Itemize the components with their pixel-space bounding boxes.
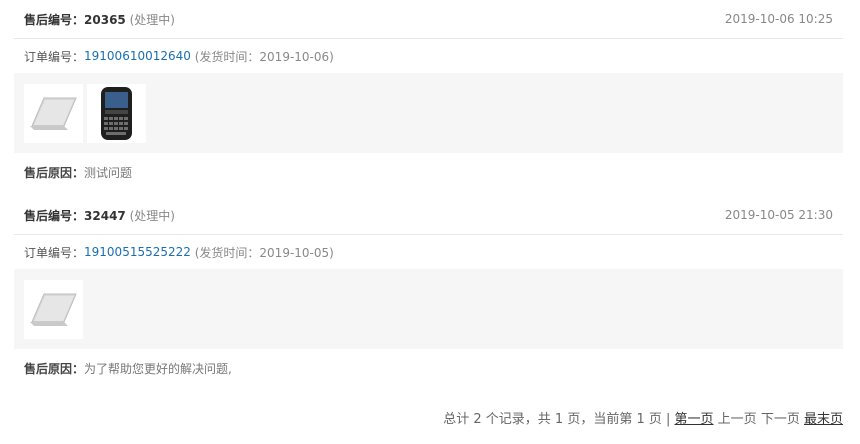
order-no-label: 订单编号： xyxy=(24,49,85,64)
order-line: 订单编号： 19100515525222 (发货时间：2019-10-05) xyxy=(14,235,843,269)
aftersale-record: 售后编号：32447 (处理中) 2019-10-05 21:30 订单编号： … xyxy=(14,196,843,387)
record-id-line: 售后编号：32447 (处理中) xyxy=(24,207,175,224)
reason-label: 售后原因： xyxy=(24,361,85,376)
ship-time: (发货时间：2019-10-05) xyxy=(194,245,334,260)
status-badge: (处理中) xyxy=(129,12,175,27)
product-thumbnails xyxy=(14,73,843,153)
record-datetime: 2019-10-05 21:30 xyxy=(724,208,833,222)
aftersale-id: 20365 xyxy=(84,12,126,27)
reason-label: 售后原因： xyxy=(24,165,85,180)
product-thumb-laptop[interactable] xyxy=(24,279,83,339)
first-page-link[interactable]: 第一页 xyxy=(675,412,714,427)
reason-line: 售后原因： 为了帮助您更好的解决问题, xyxy=(14,349,843,387)
reason-text: 测试问题 xyxy=(84,165,133,180)
aftersale-record: 售后编号：20365 (处理中) 2019-10-06 10:25 订单编号： … xyxy=(14,0,843,191)
pagination: 总计 2 个记录，共 1 页，当前第 1 页 | 第一页 上一页 下一页 最末页 xyxy=(443,408,843,427)
aftersale-no-label: 售后编号： xyxy=(24,12,85,27)
last-page-link[interactable]: 最末页 xyxy=(804,412,843,427)
reason-text: 为了帮助您更好的解决问题, xyxy=(84,361,232,376)
next-page-text: 下一页 xyxy=(760,412,800,427)
record-datetime: 2019-10-06 10:25 xyxy=(724,12,833,26)
order-no-label: 订单编号： xyxy=(24,245,85,260)
aftersale-list: 售后编号：20365 (处理中) 2019-10-06 10:25 订单编号： … xyxy=(0,0,860,444)
pagination-summary: 总计 2 个记录，共 1 页，当前第 1 页 | xyxy=(443,412,671,427)
order-link[interactable]: 19100610012640 xyxy=(84,49,191,63)
laptop-icon xyxy=(30,293,77,326)
order-link[interactable]: 19100515525222 xyxy=(84,245,191,259)
ship-time: (发货时间：2019-10-06) xyxy=(194,49,334,64)
laptop-icon xyxy=(30,97,77,130)
product-thumb-laptop[interactable] xyxy=(24,83,83,143)
aftersale-no-label: 售后编号： xyxy=(24,208,85,223)
product-thumb-phone[interactable] xyxy=(87,83,146,143)
record-id-line: 售后编号：20365 (处理中) xyxy=(24,11,175,28)
phone-icon xyxy=(101,86,132,140)
record-header: 售后编号：20365 (处理中) 2019-10-06 10:25 xyxy=(14,0,843,39)
reason-line: 售后原因： 测试问题 xyxy=(14,153,843,191)
aftersale-id: 32447 xyxy=(84,208,126,223)
prev-page-text: 上一页 xyxy=(717,412,757,427)
record-header: 售后编号：32447 (处理中) 2019-10-05 21:30 xyxy=(14,196,843,235)
order-line: 订单编号： 19100610012640 (发货时间：2019-10-06) xyxy=(14,39,843,73)
product-thumbnails xyxy=(14,269,843,349)
status-badge: (处理中) xyxy=(129,208,175,223)
